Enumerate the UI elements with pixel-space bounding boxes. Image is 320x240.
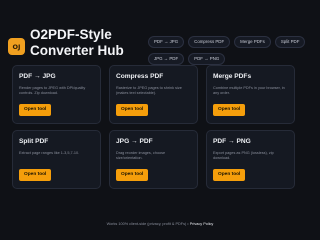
card-title: JPG → PDF	[116, 138, 153, 145]
open-tool-button[interactable]: Open tool	[19, 104, 52, 116]
card-description: Render pages to JPEG with DPI/quality co…	[19, 86, 86, 95]
tool-card-compress-pdf: Compress PDF Rasterize to JPEG pages to …	[109, 65, 198, 124]
footer-text: Works 100% client-side (privacy, profit …	[106, 222, 189, 226]
nav-pdf-to-jpg[interactable]: PDF → JPG	[148, 36, 185, 48]
nav-split-pdf[interactable]: Split PDF	[274, 36, 306, 48]
open-tool-button[interactable]: Open tool	[116, 169, 149, 181]
tool-card-merge-pdfs: Merge PDFs Combine multiple PDFs in your…	[206, 65, 295, 124]
card-title: Merge PDFs	[213, 73, 252, 80]
app-logo: OJ	[8, 38, 25, 55]
card-title: PDF → PNG	[213, 138, 251, 145]
tool-grid: PDF → JPG Render pages to JPEG with DPI/…	[12, 65, 295, 189]
tool-card-pdf-to-png: PDF → PNG Export pages as PNG (lossless)…	[206, 130, 295, 189]
card-title: Split PDF	[19, 138, 49, 145]
tool-card-pdf-to-jpg: PDF → JPG Render pages to JPEG with DPI/…	[12, 65, 101, 124]
card-description: Combine multiple PDFs in your browser, i…	[213, 86, 285, 95]
open-tool-button[interactable]: Open tool	[19, 169, 52, 181]
nav-pdf-to-png[interactable]: PDF → PNG	[188, 53, 226, 65]
card-description: Drag reorder images, choose size/orienta…	[116, 151, 166, 160]
nav-jpg-to-pdf[interactable]: JPG → PDF	[148, 53, 185, 65]
privacy-policy-link[interactable]: Privacy Policy	[190, 222, 214, 226]
card-title: PDF → JPG	[19, 73, 56, 80]
footer: Works 100% client-side (privacy, profit …	[0, 222, 320, 226]
nav-compress-pdf[interactable]: Compress PDF	[188, 36, 231, 48]
tool-card-jpg-to-pdf: JPG → PDF Drag reorder images, choose si…	[109, 130, 198, 189]
tool-card-split-pdf: Split PDF Extract page ranges like 1-3,5…	[12, 130, 101, 189]
card-description: Rasterize to JPEG pages to shrink size (…	[116, 86, 182, 95]
open-tool-button[interactable]: Open tool	[213, 104, 246, 116]
card-description: Extract page ranges like 1-3,5,7-10.	[19, 151, 80, 155]
page-title: O2PDF-Style Converter Hub	[30, 27, 124, 58]
open-tool-button[interactable]: Open tool	[116, 104, 149, 116]
card-description: Export pages as PNG (lossless), zip down…	[213, 151, 274, 160]
nav-merge-pdfs[interactable]: Merge PDFs	[234, 36, 271, 48]
open-tool-button[interactable]: Open tool	[213, 169, 246, 181]
card-title: Compress PDF	[116, 73, 164, 80]
